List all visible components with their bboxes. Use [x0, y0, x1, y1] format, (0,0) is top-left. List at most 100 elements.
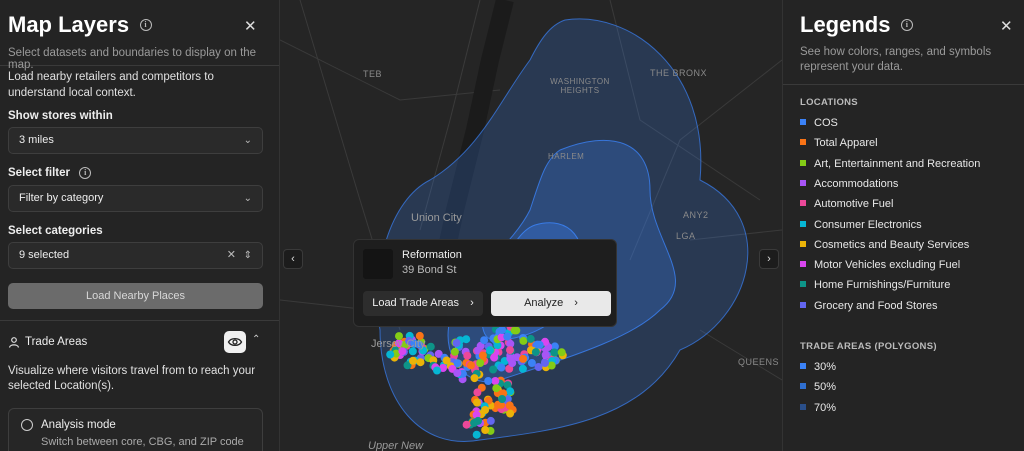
store-point[interactable]	[486, 346, 494, 355]
store-point[interactable]	[453, 369, 462, 378]
store-point[interactable]	[498, 326, 506, 334]
trade-areas-header: TRADE AREAS (POLYGONS)	[800, 341, 937, 352]
show-stores-value: 3 miles	[19, 134, 54, 146]
store-point[interactable]	[550, 348, 559, 357]
color-swatch	[800, 220, 806, 227]
store-point[interactable]	[442, 356, 451, 365]
collapse-left-panel-button[interactable]: ‹	[283, 249, 303, 269]
select-filter-label: Select filter	[8, 167, 70, 180]
show-stores-select[interactable]: 3 miles ⌄	[8, 127, 263, 154]
store-point[interactable]	[478, 351, 487, 360]
locations-header: LOCATIONS	[800, 97, 858, 108]
close-icon[interactable]: ✕	[1000, 17, 1013, 35]
location-legend-item: Cosmetics and Beauty Services	[800, 239, 969, 253]
store-point[interactable]	[492, 384, 501, 393]
store-point[interactable]	[506, 346, 514, 355]
store-point[interactable]	[519, 336, 528, 345]
analysis-mode-card[interactable]: Analysis mode Switch between core, CBG, …	[8, 408, 263, 451]
map-canvas[interactable]: TEB WASHINGTON HEIGHTS THE BRONX HARLEM …	[280, 0, 782, 451]
store-point[interactable]	[506, 387, 515, 396]
chevron-down-icon: ⌄	[243, 193, 252, 204]
chevron-down-icon: ⌄	[243, 135, 252, 146]
color-swatch	[800, 240, 806, 247]
location-legend-item: Consumer Electronics	[800, 219, 922, 233]
trade-areas-row[interactable]: Trade Areas ⌃	[8, 330, 266, 356]
divider	[0, 320, 279, 321]
collapse-right-panel-button[interactable]: ›	[759, 249, 779, 269]
info-icon[interactable]: i	[79, 167, 92, 179]
store-point[interactable]	[508, 359, 517, 368]
color-swatch	[800, 159, 806, 166]
store-point[interactable]	[526, 334, 535, 343]
legend-label: Cosmetics and Beauty Services	[814, 238, 970, 251]
legends-header: Legends i ✕ See how colors, ranges, and …	[783, 0, 1024, 85]
store-point[interactable]	[490, 353, 499, 362]
store-point[interactable]	[519, 354, 528, 363]
chevron-up-icon[interactable]: ⌃	[252, 334, 260, 345]
store-point[interactable]	[505, 401, 514, 410]
store-point[interactable]	[476, 359, 485, 367]
store-point[interactable]	[535, 340, 544, 349]
trade-areas-description: Visualize where visitors travel from to …	[8, 365, 256, 392]
store-point[interactable]	[462, 420, 471, 429]
store-point[interactable]	[467, 361, 475, 370]
store-point[interactable]	[503, 332, 512, 341]
store-point[interactable]	[426, 342, 435, 351]
analysis-mode-subtitle: Switch between core, CBG, and ZIP code	[41, 436, 244, 448]
panel-description: Load nearby retailers and competitors to…	[8, 71, 214, 99]
visibility-toggle[interactable]	[224, 331, 246, 353]
store-point[interactable]	[510, 326, 519, 335]
close-icon[interactable]: ✕	[244, 17, 257, 35]
eye-icon	[227, 337, 243, 347]
store-point[interactable]	[472, 430, 481, 439]
location-thumbnail	[363, 249, 393, 279]
store-point[interactable]	[409, 356, 417, 365]
map-label-jersey-city: Jersey City	[371, 338, 426, 350]
store-point[interactable]	[470, 418, 479, 427]
store-point[interactable]	[557, 348, 566, 357]
store-point[interactable]	[473, 398, 481, 407]
panel-title: Legends	[800, 12, 891, 37]
map-label-union-city: Union City	[411, 212, 462, 224]
store-point[interactable]	[452, 339, 461, 347]
legend-label: Total Apparel	[814, 137, 878, 150]
store-point[interactable]	[497, 363, 506, 372]
select-filter-dropdown[interactable]: Filter by category ⌄	[8, 185, 263, 212]
legend-label: Home Furnishings/Furniture	[814, 279, 951, 292]
show-stores-label: Show stores within	[8, 110, 113, 122]
load-nearby-places-button[interactable]: Load Nearby Places	[8, 283, 263, 309]
store-point[interactable]	[450, 347, 459, 356]
store-point[interactable]	[481, 426, 490, 434]
store-point[interactable]	[416, 358, 425, 367]
store-point[interactable]	[531, 348, 540, 357]
store-point[interactable]	[470, 374, 479, 383]
color-swatch	[800, 383, 806, 390]
legends-panel: Legends i ✕ See how colors, ranges, and …	[782, 0, 1024, 451]
analyze-button[interactable]: Analyze ›	[491, 291, 611, 316]
store-point[interactable]	[386, 350, 395, 359]
map-label-teb: TEB	[363, 69, 383, 79]
store-point[interactable]	[433, 366, 441, 375]
store-point[interactable]	[491, 377, 500, 385]
store-point[interactable]	[534, 363, 543, 371]
legend-label: 30%	[814, 361, 837, 373]
info-icon[interactable]: i	[139, 19, 152, 31]
location-legend-item: COS	[800, 117, 838, 131]
store-point[interactable]	[486, 416, 495, 425]
store-point[interactable]	[463, 351, 472, 360]
load-trade-areas-button[interactable]: Load Trade Areas ›	[363, 291, 483, 316]
info-icon[interactable]: i	[900, 19, 913, 31]
analyze-label: Analyze	[524, 297, 564, 309]
map-layers-panel: Map Layers i ✕ Select datasets and bound…	[0, 0, 280, 451]
store-point[interactable]	[473, 388, 482, 397]
store-point[interactable]	[489, 365, 498, 374]
select-categories-dropdown[interactable]: 9 selected ✕ ⇕	[8, 242, 263, 269]
color-swatch	[800, 261, 806, 268]
store-point[interactable]	[518, 364, 527, 373]
location-legend-item: Automotive Fuel	[800, 198, 893, 212]
clear-icon[interactable]: ✕	[227, 243, 236, 268]
location-legend-item: Total Apparel	[800, 137, 878, 151]
select-categories-label: Select categories	[8, 225, 103, 237]
store-point[interactable]	[498, 395, 507, 403]
store-point[interactable]	[484, 377, 493, 385]
